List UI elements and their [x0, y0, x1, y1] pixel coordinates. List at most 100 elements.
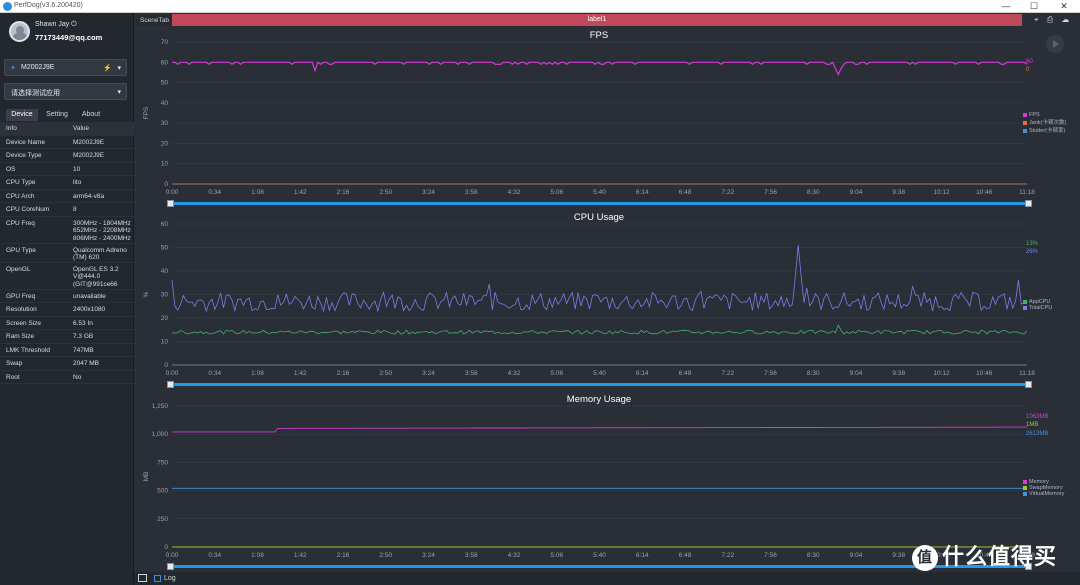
- y-tick-label: 1,000: [152, 431, 169, 438]
- app-select[interactable]: 请选择测试应用 ▾: [4, 83, 127, 100]
- x-tick-label: 2:16: [337, 552, 350, 559]
- x-tick-label: 0:00: [166, 189, 179, 196]
- cpu-time-scrollbar[interactable]: [167, 381, 1032, 388]
- x-tick-label: 1:08: [251, 552, 264, 559]
- cpu-chart-title: CPU Usage: [573, 212, 625, 223]
- y-tick-label: 50: [161, 245, 169, 252]
- minimize-button[interactable]: —: [992, 0, 1020, 13]
- watermark-text: 什么值得买: [942, 544, 1058, 569]
- chevron-down-icon: ▾: [117, 89, 121, 96]
- tab-setting[interactable]: Setting: [40, 109, 74, 121]
- perfdog-logo-icon: [3, 2, 12, 11]
- x-tick-label: 3:24: [422, 189, 435, 196]
- watermark-badge: 值: [912, 545, 938, 572]
- y-tick-label: 60: [161, 59, 169, 66]
- table-row: OS 10: [0, 163, 134, 176]
- column-header-value: Value: [73, 125, 90, 132]
- table-row: LMK Threshold 747MB: [0, 344, 134, 357]
- avatar[interactable]: [9, 21, 30, 42]
- fps-current-value: 60: [1026, 59, 1033, 65]
- y-tick-label: 30: [161, 292, 169, 299]
- x-tick-label: 9:04: [850, 189, 863, 196]
- x-tick-label: 6:48: [679, 370, 692, 377]
- table-row: Resolution 2400x1080: [0, 303, 134, 317]
- x-tick-label: 10:12: [933, 370, 950, 377]
- device-select[interactable]: ✦ M2002J9E ⚡ ▾: [4, 59, 127, 76]
- maximize-button[interactable]: ☐: [1020, 0, 1048, 13]
- info-key: OS: [6, 165, 16, 173]
- legend-item[interactable]: Stutter(卡顿率): [1023, 126, 1066, 134]
- info-value: unavailable: [73, 292, 106, 300]
- table-row: GPU Type Qualcomm Adreno (TM) 620: [0, 244, 134, 263]
- fps-chart-title: FPS: [589, 30, 609, 41]
- scroll-handle-right[interactable]: [1025, 200, 1032, 207]
- legend-item[interactable]: VirtualMemory: [1023, 491, 1064, 497]
- memory-series-line: [172, 426, 1027, 433]
- device-select-value: M2002J9E: [21, 64, 55, 71]
- y-tick-label: 20: [161, 315, 169, 322]
- x-tick-label: 5:06: [550, 370, 563, 377]
- info-value: 2400x1080: [73, 306, 106, 313]
- x-tick-label: 2:50: [379, 370, 392, 377]
- x-tick-label: 8:30: [807, 370, 820, 377]
- x-tick-label: 4:32: [508, 552, 521, 559]
- x-tick-label: 1:42: [294, 552, 307, 559]
- y-axis-label: MB: [143, 472, 150, 482]
- log-checkbox[interactable]: [154, 575, 161, 582]
- close-button[interactable]: ✕: [1050, 0, 1078, 13]
- info-value: 10: [73, 165, 81, 173]
- x-tick-label: 5:06: [550, 552, 563, 559]
- main-panel: SceneTab label1 ⌖ ⎙ ☁ 0 10 20 30 40 50 60 70 FPS…: [134, 13, 1080, 585]
- cpu-legend: AppCPU TotalCPU: [1023, 299, 1052, 311]
- scroll-handle-left[interactable]: [167, 563, 174, 570]
- scroll-handle-left[interactable]: [167, 200, 174, 207]
- y-tick-label: 20: [161, 140, 169, 147]
- x-tick-label: 10:46: [976, 370, 993, 377]
- memory-time-scrollbar[interactable]: [167, 563, 1032, 570]
- scroll-handle-left[interactable]: [167, 381, 174, 388]
- info-key: CPU Arch: [6, 192, 35, 200]
- tab-about[interactable]: About: [76, 109, 106, 121]
- virtual-current-value: 2613MB: [1026, 431, 1049, 437]
- x-tick-label: 9:04: [850, 370, 863, 377]
- x-tick-label: 2:16: [337, 189, 350, 196]
- scroll-handle-right[interactable]: [1025, 381, 1032, 388]
- x-tick-label: 0:00: [166, 370, 179, 377]
- x-tick-label: 1:08: [251, 370, 264, 377]
- log-label: Log: [164, 575, 176, 582]
- info-key: OpenGL: [6, 265, 31, 273]
- y-tick-label: 0: [164, 362, 168, 369]
- y-tick-label: 250: [157, 516, 168, 523]
- info-key: Resolution: [6, 306, 37, 313]
- table-row: CPU CoreNum 8: [0, 203, 134, 217]
- x-tick-label: 6:48: [679, 552, 692, 559]
- app-cpu-series-line: [171, 324, 1028, 335]
- legend-item[interactable]: Jank(卡顿次数): [1023, 118, 1066, 126]
- x-tick-label: 11:18: [1019, 189, 1035, 196]
- column-header-info: Info: [6, 125, 17, 132]
- x-tick-label: 0:34: [208, 370, 221, 377]
- x-tick-label: 6:14: [636, 189, 649, 196]
- table-row: Device Type M2002J9E: [0, 149, 134, 163]
- legend-item[interactable]: TotalCPU: [1023, 305, 1052, 311]
- y-tick-label: 30: [161, 120, 169, 127]
- user-name: Shawn Jay ⏻: [35, 21, 77, 28]
- info-value: lito: [73, 179, 82, 186]
- x-tick-label: 7:56: [764, 370, 777, 377]
- fps-time-scrollbar[interactable]: [167, 200, 1032, 207]
- x-tick-label: 5:40: [593, 370, 606, 377]
- table-row: CPU Type lito: [0, 176, 134, 190]
- info-key: LMK Threshold: [6, 346, 50, 354]
- link-icon[interactable]: ⚡: [103, 64, 112, 72]
- x-tick-label: 11:18: [1019, 370, 1035, 377]
- info-key: Screen Size: [6, 319, 42, 327]
- table-row: OpenGL OpenGL ES 3.2 V@444.0 (GIT@991ce66: [0, 263, 134, 290]
- x-tick-label: 0:00: [166, 552, 179, 559]
- info-key: GPU Type: [6, 246, 36, 254]
- expand-log-icon[interactable]: [138, 574, 147, 582]
- info-value: 300MHz - 1804MHz 652MHz - 2208MHz 806MHz…: [73, 219, 131, 242]
- tab-device[interactable]: Device: [6, 109, 38, 121]
- info-value: 747MB: [73, 346, 94, 354]
- y-tick-label: 40: [161, 268, 169, 275]
- y-tick-label: 750: [157, 459, 168, 466]
